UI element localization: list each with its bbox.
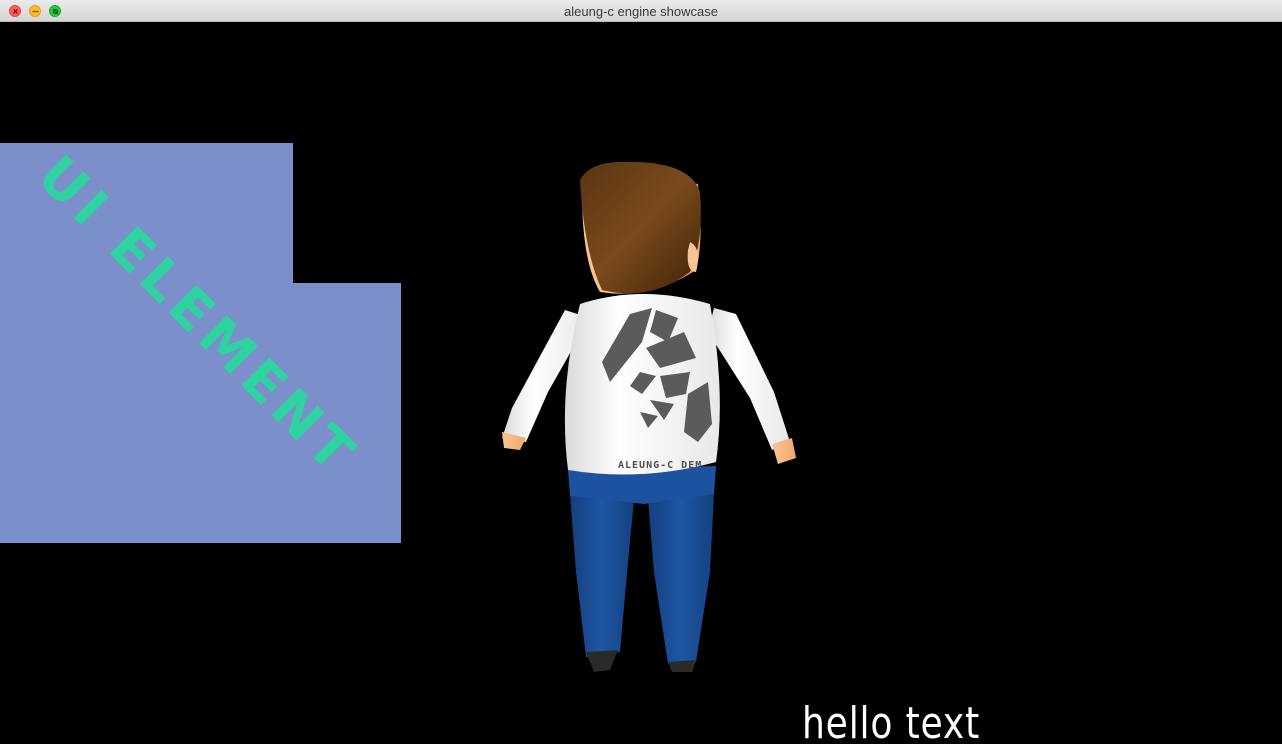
- hello-text: hello text: [802, 698, 981, 744]
- ui-element-panel: UI ELEMENT: [0, 143, 401, 543]
- title-bar[interactable]: aleung-c engine showcase: [0, 0, 1282, 22]
- left-shoe: [586, 650, 618, 672]
- render-viewport[interactable]: UI ELEMENT ALEUNG-C DEM hello text: [0, 22, 1282, 744]
- right-leg: [648, 494, 714, 664]
- right-arm: [708, 308, 790, 450]
- hair: [580, 161, 701, 294]
- shirt-text: ALEUNG-C DEM: [618, 460, 702, 471]
- left-leg: [570, 494, 634, 657]
- character-model[interactable]: ALEUNG-C DEM: [490, 132, 810, 672]
- window-title: aleung-c engine showcase: [564, 4, 718, 19]
- app-window: aleung-c engine showcase UI ELEMENT ALEU…: [0, 0, 1282, 744]
- right-shoe: [668, 660, 696, 672]
